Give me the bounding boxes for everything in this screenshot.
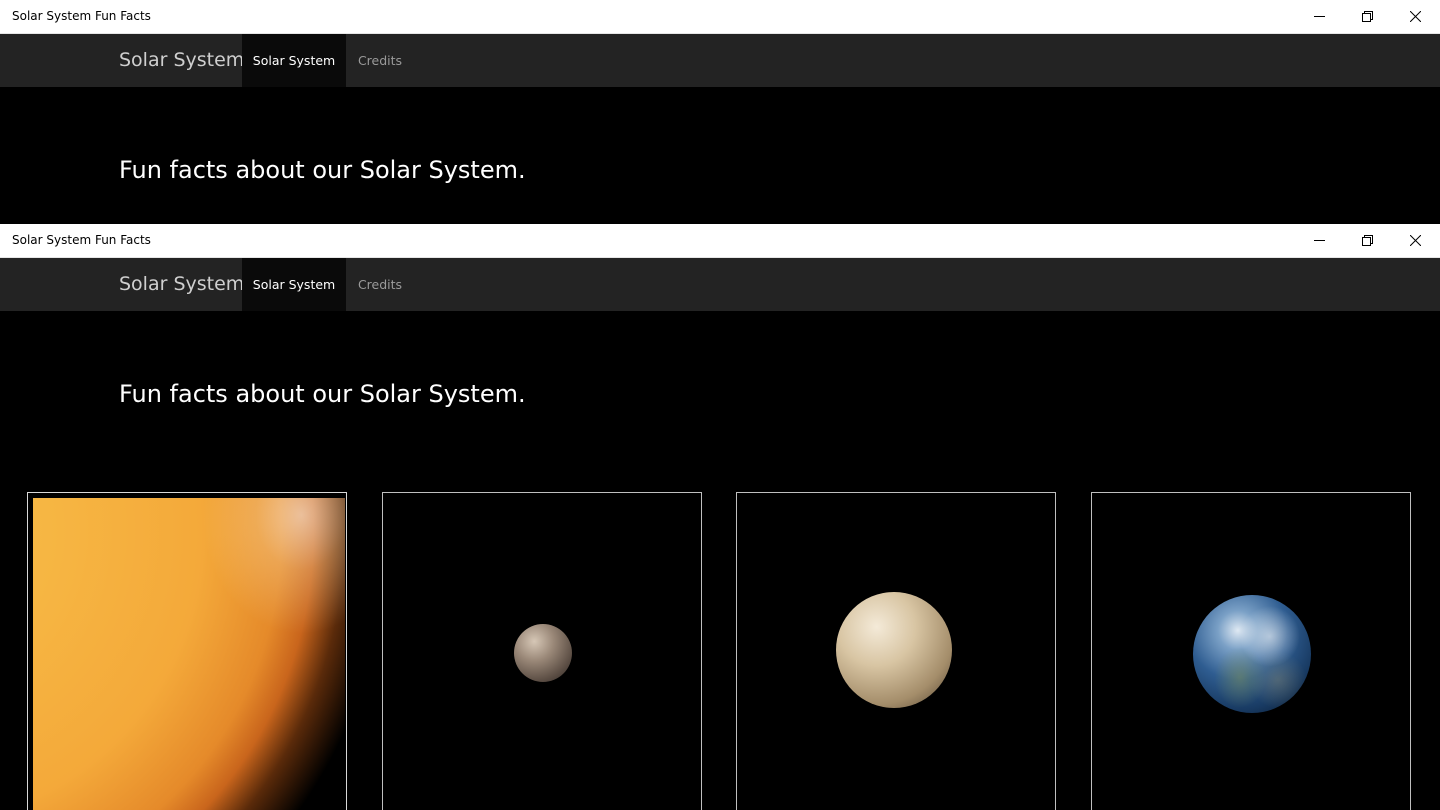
sun-image (33, 498, 345, 810)
planet-card-mercury[interactable] (382, 492, 702, 810)
close-button[interactable] (1391, 0, 1439, 33)
mercury-image (514, 624, 572, 682)
tab-solar-system[interactable]: Solar System (242, 34, 346, 87)
page-heading: Fun facts about our Solar System. (119, 156, 526, 184)
restore-icon (1361, 11, 1373, 22)
minimize-button[interactable] (1295, 0, 1343, 33)
venus-image (836, 592, 952, 708)
close-icon (1409, 235, 1421, 246)
minimize-icon (1313, 16, 1325, 17)
app-window-front: Solar System Fun Facts Solar System Sola… (0, 224, 1440, 810)
nav-brand[interactable]: Solar System (119, 273, 244, 295)
nav-bar: Solar System Solar System Credits (0, 34, 1440, 87)
page-heading: Fun facts about our Solar System. (119, 380, 526, 408)
close-button[interactable] (1391, 224, 1439, 257)
minimize-button[interactable] (1295, 224, 1343, 257)
window-title: Solar System Fun Facts (12, 233, 151, 247)
close-icon (1409, 11, 1421, 22)
restore-icon (1361, 235, 1373, 246)
app-window-back: Solar System Fun Facts Solar System Sola… (0, 0, 1440, 224)
tab-credits[interactable]: Credits (346, 258, 414, 311)
planet-card-earth[interactable] (1091, 492, 1411, 810)
nav-brand[interactable]: Solar System (119, 49, 244, 71)
window-title: Solar System Fun Facts (12, 9, 151, 23)
tab-credits[interactable]: Credits (346, 34, 414, 87)
planet-card-venus[interactable] (736, 492, 1056, 810)
restore-button[interactable] (1343, 224, 1391, 257)
title-bar: Solar System Fun Facts (0, 224, 1440, 258)
earth-clouds (1193, 595, 1311, 713)
minimize-icon (1313, 240, 1325, 241)
tab-solar-system[interactable]: Solar System (242, 258, 346, 311)
restore-button[interactable] (1343, 0, 1391, 33)
title-bar: Solar System Fun Facts (0, 0, 1440, 34)
planet-card-sun[interactable] (27, 492, 347, 810)
nav-bar: Solar System Solar System Credits (0, 258, 1440, 311)
